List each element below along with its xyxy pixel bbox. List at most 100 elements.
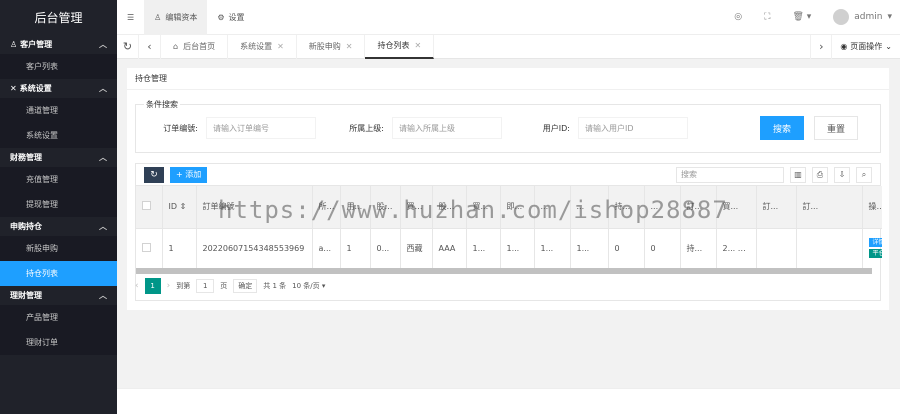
export-icon[interactable]: ⇩ <box>834 166 850 183</box>
sidebar-nav: ♙ 客户管理 ︿ 客户列表 ✕ 系统设置 ︿ 通道管理 系统设置 财務管理 ︿ 充值管理 提现管理 申购持… <box>0 35 117 355</box>
user-icon: ♙ <box>10 40 18 49</box>
column-header[interactable]: 用... <box>340 186 371 229</box>
tabs-right-button[interactable]: › <box>810 34 833 59</box>
globe-icon[interactable]: ◎ <box>734 12 742 22</box>
sidebar-item[interactable]: 理财订单 <box>0 330 117 355</box>
table-toolbar: ↻ + 添加 搜索 ▥ ⎙ ⇩ ⌕ <box>136 164 880 186</box>
superior-input[interactable]: 请输入所属上级 <box>392 117 502 139</box>
column-header[interactable]: ... <box>570 186 609 229</box>
table-cell: 2... 1... <box>716 228 757 268</box>
search-form-row: 订单编號: 请输入订单编号 所属上级: 请输入所属上级 用户ID: 请输入用户I… <box>136 117 688 139</box>
column-header[interactable]: 訂单编號 <box>196 186 313 229</box>
current-page[interactable]: 1 <box>144 278 161 294</box>
goto-page-input[interactable]: 1 <box>196 279 215 293</box>
goto-confirm-button[interactable]: 确定 <box>233 279 258 293</box>
table-cell <box>796 228 863 268</box>
nav-group-title[interactable]: 理財管理 ︿ <box>0 286 117 305</box>
table-cell: 1 <box>340 228 371 268</box>
tab-home[interactable]: ⌂ 后台首页 <box>161 34 229 59</box>
row-actions: 详情平仓 <box>862 228 882 268</box>
sidebar-item[interactable]: 持仓列表 <box>0 261 117 286</box>
table-search-input[interactable]: 搜索 <box>676 166 784 183</box>
table-cell: 1... <box>570 228 609 268</box>
tabs-left-button[interactable]: ‹ <box>139 34 161 59</box>
tab-position-list[interactable]: 持仓列表 ✕ <box>365 34 435 59</box>
close-position-button[interactable]: 平仓 <box>868 249 882 259</box>
column-header[interactable]: 所... <box>312 186 341 229</box>
horizontal-scrollbar[interactable] <box>136 268 872 274</box>
user-id-input[interactable]: 请输入用户ID <box>578 117 688 139</box>
nav-group-title[interactable]: 财務管理 ︿ <box>0 148 117 167</box>
search-button[interactable]: 搜索 <box>760 116 804 140</box>
search-fieldset: 条件搜索 订单编號: 请输入订单编号 所属上级: 请输入所属上级 用户ID: 请… <box>135 99 881 153</box>
close-icon[interactable]: ✕ <box>346 42 353 51</box>
column-header[interactable]: 訂... <box>796 186 863 229</box>
column-header[interactable]: 買入... <box>400 186 433 229</box>
tools-icon: ✕ <box>10 84 17 93</box>
chevron-left-icon: ‹ <box>147 40 152 53</box>
data-table: ID ⇕訂单编號所...用...股票...買入...股票名称買...即.....… <box>136 186 882 268</box>
next-page-icon[interactable]: › <box>167 281 171 291</box>
sidebar-item[interactable]: 系统设置 <box>0 123 117 148</box>
refresh-tab-button[interactable]: ↻ <box>117 34 139 59</box>
nav-group-title[interactable]: ✕ 系统设置 ︿ <box>0 79 117 98</box>
order-no-input[interactable]: 请输入订单编号 <box>206 117 316 139</box>
top-header: ☰ ♙ 编辑资本 ⚙ 设置 ◎ ⛶ 🗑︎ ▾ admin ▾ <box>117 0 900 35</box>
row-checkbox[interactable] <box>142 242 151 252</box>
close-icon[interactable]: ✕ <box>277 42 284 51</box>
column-header[interactable]: 買... <box>466 186 501 229</box>
column-header[interactable]: 持... <box>608 186 645 229</box>
search-icon[interactable]: ⌕ <box>856 166 872 183</box>
menu-icon: ☰ <box>127 12 135 22</box>
column-header[interactable]: 訂... <box>680 186 717 229</box>
position-card: 持仓管理 条件搜索 订单编號: 请输入订单编号 所属上级: 请输入所属上级 用户… <box>127 68 889 310</box>
print-icon[interactable]: ⎙ <box>812 166 828 183</box>
fullscreen-icon[interactable]: ⛶ <box>764 12 770 22</box>
page-ops-button[interactable]: ◉ 页面操作 ⌄ <box>832 41 900 52</box>
prev-page-icon[interactable]: ‹ <box>135 281 139 291</box>
user-menu[interactable]: admin ▾ <box>833 9 892 25</box>
chevron-up-icon: ︿ <box>99 153 107 162</box>
table-body: 1 20220607154348553969 a... 1 0... 西藏 AAA 1... 1… <box>136 228 882 268</box>
trash-icon[interactable]: 🗑︎ ▾ <box>792 12 811 22</box>
reset-button[interactable]: 重置 <box>814 116 858 140</box>
table-cell: 西藏 <box>400 228 433 268</box>
header-settings-button[interactable]: ⚙ 设置 <box>207 0 254 35</box>
tab-system-settings[interactable]: 系统设置 ✕ <box>228 34 297 59</box>
sidebar-item[interactable]: 通道管理 <box>0 98 117 123</box>
column-header[interactable]: ... <box>534 186 571 229</box>
nav-group-title[interactable]: ♙ 客户管理 ︿ <box>0 35 117 54</box>
table-refresh-button[interactable]: ↻ <box>144 166 164 183</box>
column-header[interactable]: 操作 <box>862 186 882 229</box>
header-info-button[interactable]: ♙ 编辑资本 <box>144 0 208 35</box>
column-header[interactable]: 即... <box>500 186 535 229</box>
columns-icon[interactable]: ▥ <box>790 166 806 183</box>
menu-toggle-button[interactable]: ☰ <box>117 0 144 35</box>
per-page-select[interactable]: 10 条/页 ▾ <box>292 281 325 291</box>
select-all-checkbox[interactable] <box>142 201 151 211</box>
sidebar-item[interactable]: 客户列表 <box>0 54 117 79</box>
column-header[interactable]: 買... <box>716 186 757 229</box>
column-header[interactable]: 股票名称 <box>432 186 467 229</box>
chevron-up-icon: ︿ <box>99 222 107 231</box>
sidebar-item[interactable]: 新股申购 <box>0 236 117 261</box>
home-icon: ⌂ <box>173 42 179 51</box>
refresh-icon: ↻ <box>122 40 133 53</box>
add-button[interactable]: + 添加 <box>170 166 208 183</box>
detail-button[interactable]: 详情 <box>868 238 882 248</box>
close-icon[interactable]: ✕ <box>414 41 421 50</box>
table-cell: a... <box>312 228 341 268</box>
column-header[interactable]: ID ⇕ <box>162 186 197 229</box>
chevron-up-icon: ︿ <box>99 40 107 49</box>
sidebar-item[interactable]: 提现管理 <box>0 192 117 217</box>
sidebar-item[interactable]: 充值管理 <box>0 167 117 192</box>
column-header[interactable]: 訂... <box>756 186 797 229</box>
nav-group: ♙ 客户管理 ︿ 客户列表 <box>0 35 117 79</box>
column-header[interactable]: ... <box>644 186 681 229</box>
total-count: 共 1 条 <box>263 282 287 290</box>
sidebar-item[interactable]: 产品管理 <box>0 305 117 330</box>
nav-group-title[interactable]: 申购持仓 ︿ <box>0 217 117 236</box>
tab-ipo-subscribe[interactable]: 新股申购 ✕ <box>297 34 366 59</box>
table-cell: 0 <box>608 228 645 268</box>
column-header[interactable]: 股票... <box>370 186 401 229</box>
